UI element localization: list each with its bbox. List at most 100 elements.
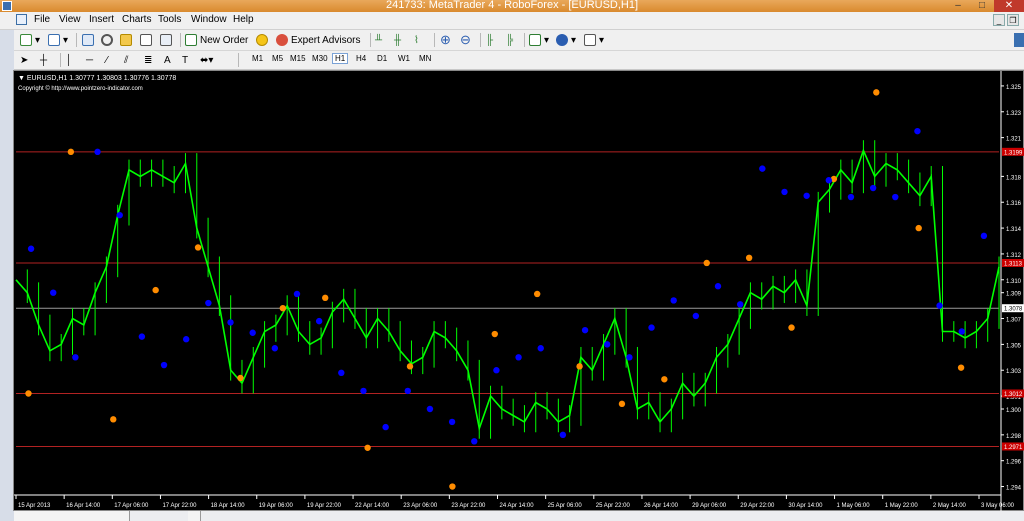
lower-fractal-dot (293, 290, 301, 298)
text-tool[interactable]: A (164, 52, 171, 68)
new-chart-button[interactable]: ▾ (20, 32, 40, 48)
crosshair-icon: ┼ (40, 54, 48, 66)
timeframe-d1[interactable]: D1 (375, 54, 389, 63)
trendline-tool[interactable]: ⁄ (106, 52, 108, 68)
mdi-restore-button[interactable]: ❐ (1007, 14, 1019, 26)
line-chart-icon: ⌇ (414, 34, 419, 46)
time-tick-label: 25 Apr 06:00 (548, 503, 583, 509)
lower-fractal-dot (914, 127, 921, 135)
upper-fractal-dot (703, 259, 710, 267)
price-tick-label: 1.325 (1006, 85, 1022, 91)
timeframe-m5[interactable]: M5 (270, 54, 285, 63)
lower-fractal-dot (781, 188, 788, 196)
upper-fractal-dot (194, 244, 202, 251)
trendline-icon: ⁄ (106, 54, 108, 66)
chart-shift-button[interactable]: ╠ (506, 32, 513, 48)
price-series-line (15, 148, 1000, 432)
lower-fractal-dot (205, 299, 212, 307)
chart-window[interactable]: 1.325 1.323 1.321 1.318 1.316 1.314 1.312 1.310… (13, 70, 1024, 512)
text-label-tool[interactable]: T (182, 52, 188, 68)
expert-advisors-button[interactable]: Expert Advisors (276, 32, 360, 48)
profiles-button[interactable]: ▾ (48, 32, 68, 48)
menu-window[interactable]: Window (191, 14, 227, 25)
mdi-minimize-button[interactable]: _ (993, 14, 1005, 26)
menu-help[interactable]: Help (233, 14, 254, 25)
crosshair-tool[interactable]: ┼ (40, 52, 47, 68)
templates-button[interactable]: ▾ (584, 32, 604, 48)
indicators-icon (529, 34, 541, 46)
time-tick-label: 17 Apr 06:00 (114, 503, 149, 509)
upper-fractal-dot (957, 364, 965, 371)
terminal-button[interactable] (140, 32, 152, 48)
time-tick-label: 16 Apr 14:00 (66, 503, 101, 509)
arrows-tool[interactable]: ⬌▾ (200, 52, 213, 68)
timeframe-w1[interactable]: W1 (396, 54, 412, 63)
new-order-label: New Order (200, 34, 249, 46)
menu-charts[interactable]: Charts (122, 14, 151, 25)
data-window-button[interactable] (101, 32, 113, 48)
timeframe-h4[interactable]: H4 (354, 54, 368, 63)
chart-tab[interactable] (14, 511, 130, 521)
toolbar-end-button[interactable] (1014, 33, 1024, 47)
time-tick-label: 29 Apr 06:00 (692, 503, 727, 509)
upper-fractal-dot (788, 324, 795, 331)
lower-fractal-dot (50, 289, 57, 296)
price-tick-label: 1.321 (1006, 137, 1022, 143)
lower-fractal-dot (714, 283, 722, 290)
zoom-out-button[interactable]: ⊖ (460, 32, 471, 48)
upper-fractal-dot (576, 363, 583, 370)
price-tick-label: 1.305 (1006, 343, 1022, 349)
upper-fractal-dot (873, 89, 880, 96)
periods-button[interactable]: ▾ (556, 32, 576, 48)
timeframe-mn[interactable]: MN (417, 54, 433, 63)
upper-fractal-dot (152, 286, 159, 294)
new-order-button[interactable]: New Order (185, 32, 248, 48)
price-tag-label: 1.2971 (1004, 445, 1023, 451)
menu-view[interactable]: View (59, 14, 81, 25)
timeframe-m1[interactable]: M1 (250, 54, 265, 63)
navigator-button[interactable] (120, 32, 132, 48)
window-title: 241733: MetaTrader 4 - RoboForex - [EURU… (385, 0, 639, 11)
strategy-tester-button[interactable] (160, 32, 172, 48)
horizontal-line-tool[interactable]: ─ (86, 52, 93, 68)
chart-tab[interactable] (188, 511, 201, 521)
bar-chart-button[interactable]: ╨ (375, 32, 382, 48)
zoom-in-button[interactable]: ⊕ (440, 32, 451, 48)
indicators-button[interactable]: ▾ (529, 32, 549, 48)
arrows-icon: ⬌▾ (200, 54, 214, 66)
price-chart[interactable]: 1.325 1.323 1.321 1.318 1.316 1.314 1.312 1.310… (14, 71, 1024, 512)
lower-fractal-dot (803, 192, 810, 199)
timeframe-m30[interactable]: M30 (310, 54, 330, 63)
lower-fractal-dot (116, 211, 123, 219)
timeframe-m15[interactable]: M15 (288, 54, 308, 63)
lower-fractal-dot (182, 336, 190, 343)
close-button[interactable]: ✕ (994, 0, 1024, 12)
lower-fractal-dot (94, 148, 101, 156)
horizontal-line-icon: ─ (86, 54, 94, 66)
maximize-button[interactable]: □ (974, 0, 990, 12)
candlestick-button[interactable]: ╫ (394, 32, 401, 48)
lower-fractal-dot (138, 333, 146, 340)
auto-scroll-button[interactable]: ╟ (486, 32, 493, 48)
fibonacci-tool[interactable]: ≣ (144, 52, 152, 68)
new-order-icon (185, 34, 197, 46)
text-icon: A (164, 54, 171, 66)
market-watch-button[interactable] (82, 32, 94, 48)
lower-fractal-dot (581, 326, 589, 334)
channel-tool[interactable]: ⫽ (124, 52, 128, 68)
vertical-line-tool[interactable]: │ (66, 52, 72, 68)
metaeditor-button[interactable] (256, 32, 268, 48)
cursor-tool[interactable]: ➤ (20, 52, 28, 68)
lower-fractal-dot (249, 329, 256, 336)
timeframe-h1[interactable]: H1 (332, 53, 349, 64)
price-tick-label: 1.294 (1006, 486, 1022, 492)
lower-fractal-dot (559, 431, 567, 439)
menu-tools[interactable]: Tools (158, 14, 181, 25)
menu-insert[interactable]: Insert (89, 14, 114, 25)
chart-shift-icon: ╠ (506, 34, 514, 46)
terminal-icon (140, 34, 152, 46)
menu-file[interactable]: File (34, 14, 50, 25)
minimize-button[interactable]: ‒ (950, 0, 966, 12)
upper-fractal-dot (406, 363, 414, 370)
line-chart-button[interactable]: ⌇ (414, 32, 419, 48)
